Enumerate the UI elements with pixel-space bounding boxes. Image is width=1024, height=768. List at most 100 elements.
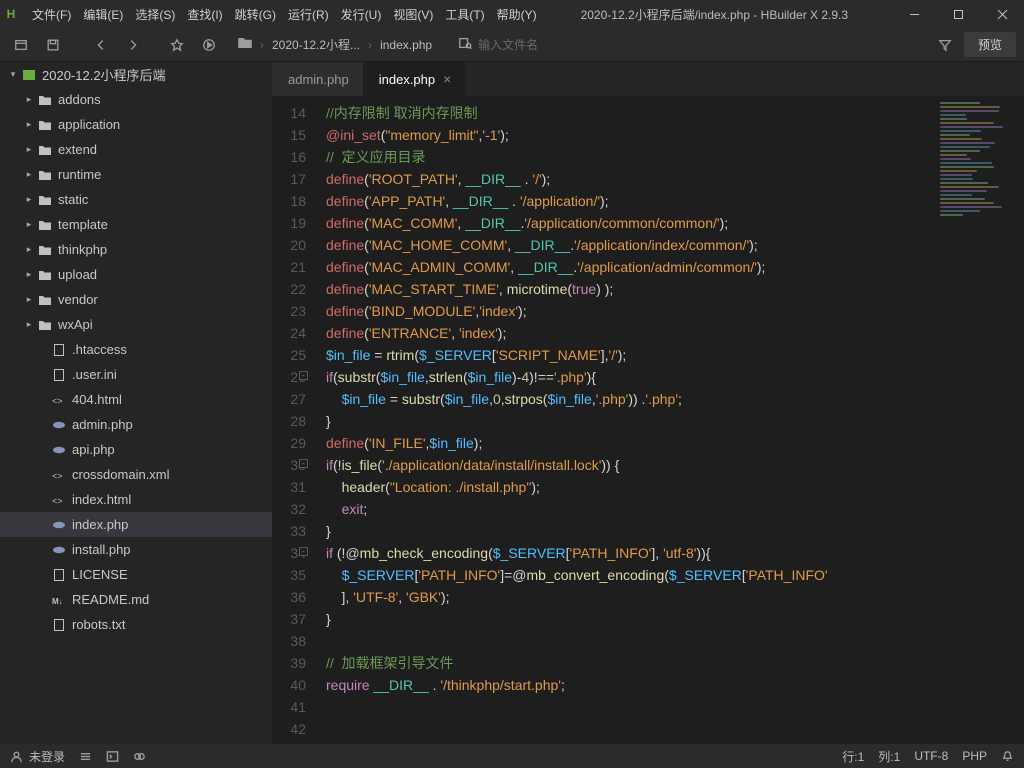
chevron-down-icon[interactable]: ▾ bbox=[6, 69, 20, 80]
code-line[interactable]: exit; bbox=[326, 498, 934, 520]
fold-toggle[interactable]: - bbox=[299, 547, 308, 556]
favorite-icon[interactable] bbox=[164, 32, 190, 58]
chevron-right-icon[interactable]: ▸ bbox=[22, 169, 36, 180]
menu-publish[interactable]: 发行(U) bbox=[341, 6, 382, 23]
tree-folder[interactable]: ▸upload bbox=[0, 262, 272, 287]
project-root[interactable]: ▾ 2020-12.2小程序后端 bbox=[0, 62, 272, 87]
code-line[interactable]: $in_file = rtrim($_SERVER['SCRIPT_NAME']… bbox=[326, 344, 934, 366]
status-language[interactable]: PHP bbox=[962, 749, 987, 763]
fold-toggle[interactable]: - bbox=[299, 459, 308, 468]
window-close-button[interactable] bbox=[980, 0, 1024, 28]
chevron-right-icon[interactable]: ▸ bbox=[22, 244, 36, 255]
tree-folder[interactable]: ▸vendor bbox=[0, 287, 272, 312]
fold-toggle[interactable]: - bbox=[299, 371, 308, 380]
code-line[interactable]: // 加载框架引导文件 bbox=[326, 652, 934, 674]
tree-folder[interactable]: ▸template bbox=[0, 212, 272, 237]
new-window-icon[interactable] bbox=[8, 32, 34, 58]
menu-select[interactable]: 选择(S) bbox=[135, 6, 175, 23]
code-line[interactable]: define('MAC_START_TIME', microtime(true)… bbox=[326, 278, 934, 300]
tree-file[interactable]: LICENSE bbox=[0, 562, 272, 587]
code-line[interactable]: @ini_set("memory_limit",'-1'); bbox=[326, 124, 934, 146]
menu-file[interactable]: 文件(F) bbox=[32, 6, 71, 23]
tree-folder[interactable]: ▸static bbox=[0, 187, 272, 212]
menu-find[interactable]: 查找(I) bbox=[187, 6, 222, 23]
close-icon[interactable]: × bbox=[443, 72, 451, 86]
code-line[interactable]: define('MAC_COMM', __DIR__.'/application… bbox=[326, 212, 934, 234]
preview-button[interactable]: 预览 bbox=[964, 32, 1016, 57]
nav-back-button[interactable] bbox=[88, 32, 114, 58]
code-line[interactable]: ], 'UTF-8', 'GBK'); bbox=[326, 586, 934, 608]
chevron-right-icon[interactable]: ▸ bbox=[22, 94, 36, 105]
chevron-right-icon[interactable]: ▸ bbox=[22, 269, 36, 280]
status-line[interactable]: 行:1 bbox=[842, 748, 864, 765]
tree-folder[interactable]: ▸extend bbox=[0, 137, 272, 162]
project-explorer[interactable]: ▾ 2020-12.2小程序后端 ▸addons▸application▸ext… bbox=[0, 62, 272, 744]
menu-view[interactable]: 视图(V) bbox=[393, 6, 433, 23]
tree-file[interactable]: admin.php bbox=[0, 412, 272, 437]
save-icon[interactable] bbox=[40, 32, 66, 58]
tree-folder[interactable]: ▸runtime bbox=[0, 162, 272, 187]
code-line[interactable]: define('IN_FILE',$in_file); bbox=[326, 432, 934, 454]
chevron-right-icon[interactable]: ▸ bbox=[22, 194, 36, 205]
window-minimize-button[interactable] bbox=[892, 0, 936, 28]
status-col[interactable]: 列:1 bbox=[878, 748, 900, 765]
code-line[interactable]: if (!@mb_check_encoding($_SERVER['PATH_I… bbox=[326, 542, 934, 564]
code-line[interactable]: } bbox=[326, 608, 934, 630]
tree-file[interactable]: api.php bbox=[0, 437, 272, 462]
breadcrumb-file[interactable]: index.php bbox=[380, 38, 432, 52]
code-line[interactable]: if(substr($in_file,strlen($in_file)-4)!=… bbox=[326, 366, 934, 388]
chevron-right-icon[interactable]: ▸ bbox=[22, 319, 36, 330]
tree-folder[interactable]: ▸wxApi bbox=[0, 312, 272, 337]
code-line[interactable] bbox=[326, 718, 934, 740]
code-content[interactable]: //内存限制 取消内存限制@ini_set("memory_limit",'-1… bbox=[316, 96, 934, 744]
chevron-right-icon[interactable]: ▸ bbox=[22, 294, 36, 305]
code-line[interactable]: define('ENTRANCE', 'index'); bbox=[326, 322, 934, 344]
menu-help[interactable]: 帮助(Y) bbox=[497, 6, 537, 23]
status-list-icon[interactable] bbox=[79, 750, 92, 763]
tree-file[interactable]: install.php bbox=[0, 537, 272, 562]
code-line[interactable]: } bbox=[326, 410, 934, 432]
code-line[interactable]: $_SERVER['PATH_INFO']=@mb_convert_encodi… bbox=[326, 564, 934, 586]
code-line[interactable] bbox=[326, 696, 934, 718]
code-line[interactable] bbox=[326, 630, 934, 652]
code-line[interactable]: header("Location: ./install.php"); bbox=[326, 476, 934, 498]
tree-file[interactable]: <>crossdomain.xml bbox=[0, 462, 272, 487]
breadcrumb-folder[interactable]: 2020-12.2小程... bbox=[272, 36, 360, 53]
chevron-right-icon[interactable]: ▸ bbox=[22, 144, 36, 155]
code-line[interactable]: $in_file = substr($in_file,0,strpos($in_… bbox=[326, 388, 934, 410]
tree-folder[interactable]: ▸thinkphp bbox=[0, 237, 272, 262]
code-line[interactable]: define('MAC_ADMIN_COMM', __DIR__.'/appli… bbox=[326, 256, 934, 278]
tree-file[interactable]: .user.ini bbox=[0, 362, 272, 387]
tree-file[interactable]: <>index.html bbox=[0, 487, 272, 512]
search-icon[interactable] bbox=[458, 36, 472, 53]
search-input[interactable] bbox=[478, 38, 658, 52]
status-terminal-icon[interactable] bbox=[106, 750, 119, 763]
tree-file[interactable]: .htaccess bbox=[0, 337, 272, 362]
chevron-right-icon[interactable]: ▸ bbox=[22, 119, 36, 130]
tree-file[interactable]: M↓README.md bbox=[0, 587, 272, 612]
editor-tab[interactable]: admin.php bbox=[272, 62, 363, 96]
minimap[interactable] bbox=[934, 96, 1024, 744]
nav-forward-button[interactable] bbox=[120, 32, 146, 58]
tree-folder[interactable]: ▸addons bbox=[0, 87, 272, 112]
code-line[interactable]: // 定义应用目录 bbox=[326, 146, 934, 168]
chevron-right-icon[interactable]: ▸ bbox=[22, 219, 36, 230]
bell-icon[interactable] bbox=[1001, 750, 1014, 763]
code-line[interactable]: define('ROOT_PATH', __DIR__ . '/'); bbox=[326, 168, 934, 190]
menu-edit[interactable]: 编辑(E) bbox=[83, 6, 123, 23]
code-editor[interactable]: 14151617181920212223242526-27282930-3132… bbox=[272, 96, 1024, 744]
tree-file[interactable]: index.php bbox=[0, 512, 272, 537]
code-line[interactable]: define('MAC_HOME_COMM', __DIR__.'/applic… bbox=[326, 234, 934, 256]
tree-file[interactable]: robots.txt bbox=[0, 612, 272, 637]
login-status[interactable]: 未登录 bbox=[10, 748, 65, 765]
code-line[interactable]: define('APP_PATH', __DIR__ . '/applicati… bbox=[326, 190, 934, 212]
filter-icon[interactable] bbox=[932, 32, 958, 58]
editor-tab[interactable]: index.php× bbox=[363, 62, 466, 96]
menu-tools[interactable]: 工具(T) bbox=[445, 6, 484, 23]
tree-file[interactable]: <>404.html bbox=[0, 387, 272, 412]
status-sync-icon[interactable] bbox=[133, 750, 146, 763]
code-line[interactable]: require __DIR__ . '/thinkphp/start.php'; bbox=[326, 674, 934, 696]
tree-folder[interactable]: ▸application bbox=[0, 112, 272, 137]
menu-run[interactable]: 运行(R) bbox=[288, 6, 329, 23]
code-line[interactable]: //内存限制 取消内存限制 bbox=[326, 102, 934, 124]
